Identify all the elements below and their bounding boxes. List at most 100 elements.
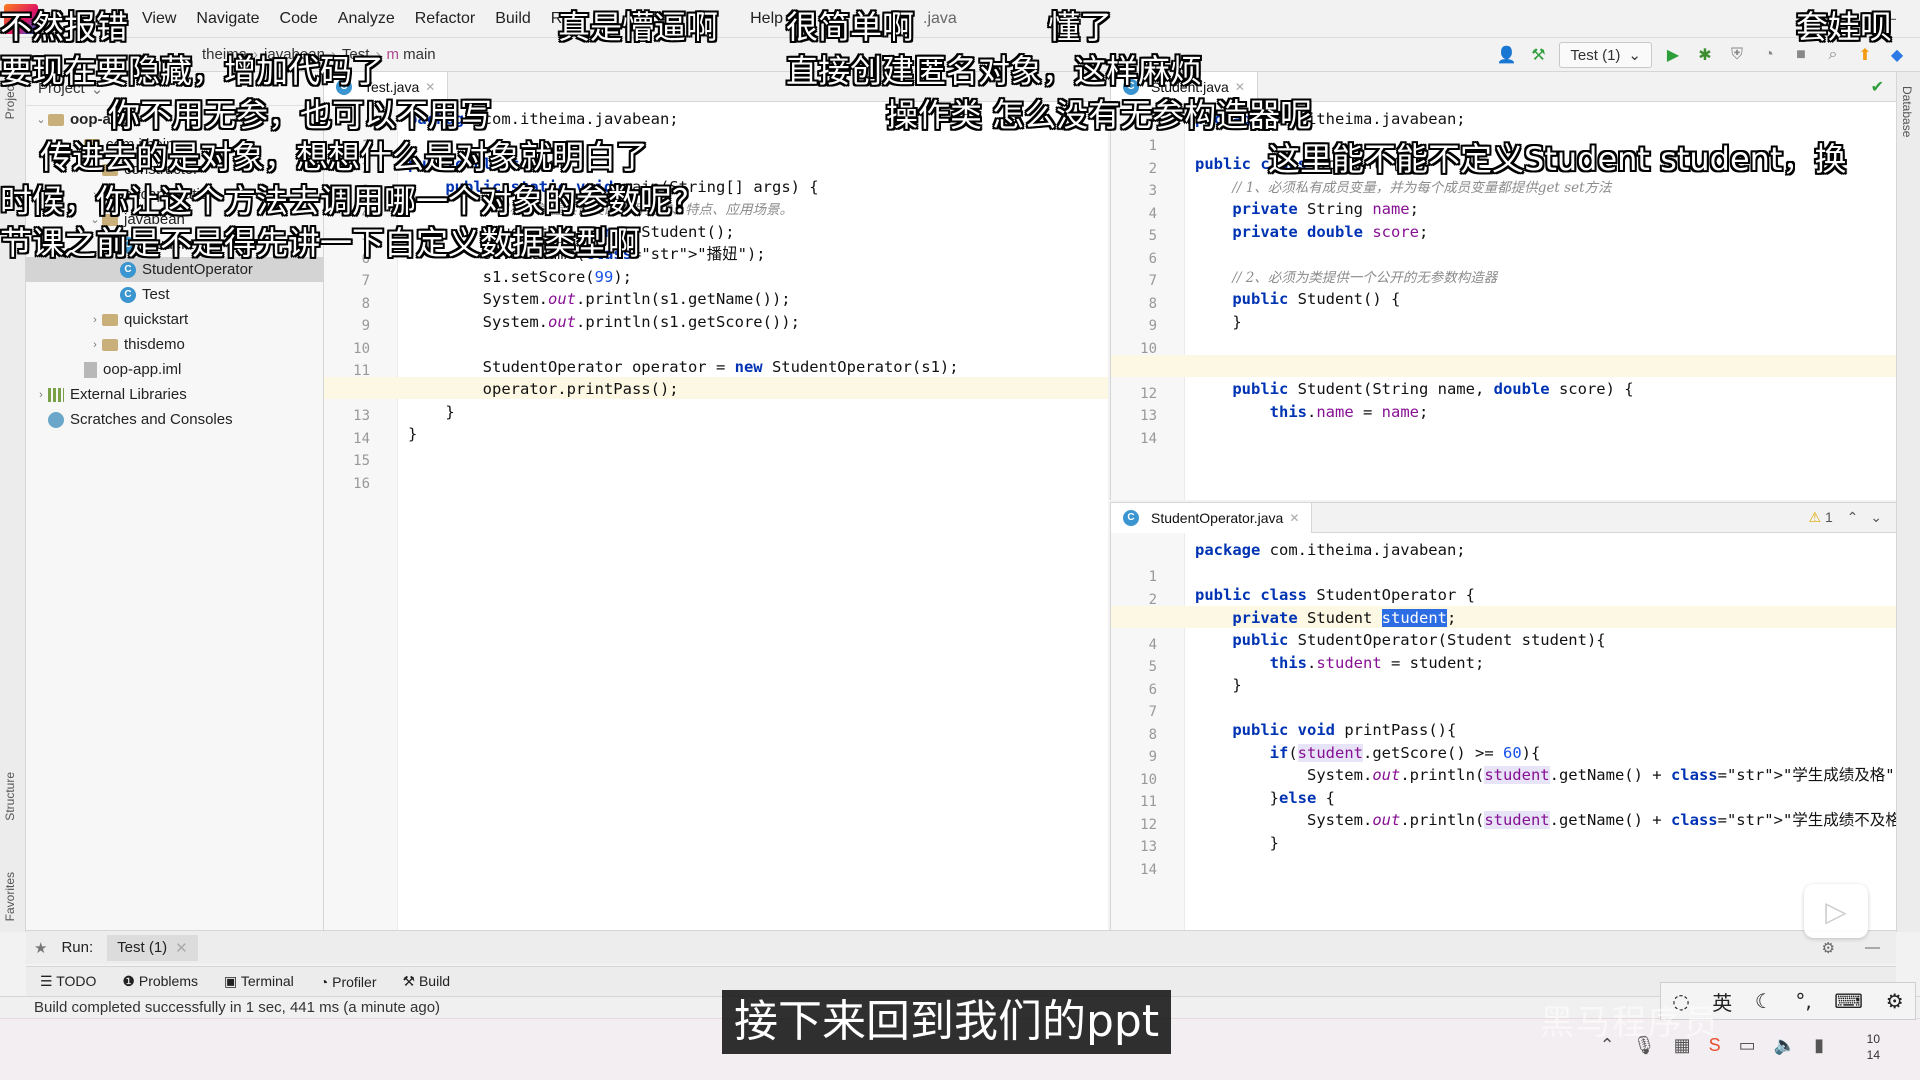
- display-icon[interactable]: ▭: [1739, 1035, 1756, 1056]
- tool-build-label: Build: [418, 973, 451, 989]
- tree-item[interactable]: › thisdemo: [26, 332, 324, 357]
- code-line[interactable]: System.out.println(s1.getName());: [408, 288, 791, 310]
- code-line[interactable]: this.name = name;: [1195, 401, 1429, 423]
- editor-studentoperator-java[interactable]: C StudentOperator.java ✕ ⚠ 1 ⌃ ⌄ 1234567…: [1110, 502, 1896, 930]
- user-icon[interactable]: 👤: [1495, 44, 1517, 66]
- chevron-up-icon[interactable]: ⌃: [1847, 509, 1859, 525]
- code-line[interactable]: StudentOperator operator = new StudentOp…: [408, 356, 959, 378]
- code-line[interactable]: System.out.println(student.getName() + c…: [1195, 764, 1896, 786]
- line-number: 8: [1148, 726, 1157, 743]
- code-line[interactable]: }: [408, 401, 454, 423]
- code-line[interactable]: this.student = student;: [1195, 652, 1485, 674]
- line-number: 10: [353, 340, 370, 357]
- volume-icon[interactable]: 🔈: [1774, 1035, 1796, 1056]
- line-number: 4: [1148, 205, 1157, 222]
- tab-label: StudentOperator.java: [1151, 509, 1284, 526]
- code-line[interactable]: }: [408, 423, 417, 445]
- code-line[interactable]: if(student.getScore() >= 60){: [1195, 742, 1540, 764]
- code-line[interactable]: operator.printPass();: [408, 378, 679, 400]
- keyboard-icon[interactable]: ⌨: [1834, 989, 1863, 1013]
- debug-icon[interactable]: ✱: [1694, 44, 1716, 66]
- chevron-right-icon[interactable]: ›: [88, 314, 102, 326]
- gear-icon[interactable]: ⚙: [1822, 939, 1835, 957]
- code-line[interactable]: }else {: [1195, 787, 1335, 809]
- tool-terminal[interactable]: ▣ Terminal: [224, 973, 294, 990]
- tree-item[interactable]: oop-app.iml: [26, 357, 324, 382]
- breadcrumb-method[interactable]: m main: [380, 46, 441, 63]
- chevron-right-icon[interactable]: ›: [88, 339, 102, 351]
- line-number: 13: [1140, 408, 1157, 424]
- code-line[interactable]: s1.setScore(99);: [408, 266, 632, 288]
- gear-icon[interactable]: ⚙: [1886, 989, 1904, 1013]
- favorites-tool-tab[interactable]: Favorites: [3, 872, 17, 921]
- folder-icon: [102, 313, 118, 326]
- line-number: 13: [353, 408, 370, 424]
- line-number: 10: [1140, 771, 1157, 788]
- code-line[interactable]: private String name;: [1195, 198, 1419, 220]
- watermark: 黑马程序员: [1540, 1003, 1720, 1043]
- tree-item[interactable]: C Test: [26, 282, 324, 307]
- warning-icon: ⚠: [1808, 509, 1822, 525]
- menu-refactor[interactable]: Refactor: [405, 10, 485, 28]
- tool-todo[interactable]: ☰ TODO: [40, 973, 96, 990]
- tool-profiler[interactable]: ◔ Profiler: [320, 974, 377, 990]
- code-line[interactable]: public Student() {: [1195, 288, 1400, 310]
- tool-problems-label: Problems: [138, 973, 198, 989]
- tree-item-label: quickstart: [124, 311, 189, 328]
- coverage-icon[interactable]: ⛨: [1726, 44, 1748, 66]
- tree-item[interactable]: › External Libraries: [26, 382, 324, 407]
- code-line[interactable]: private double score;: [1195, 221, 1428, 243]
- menu-analyze[interactable]: Analyze: [328, 10, 405, 28]
- battery-icon[interactable]: ▮: [1814, 1035, 1824, 1056]
- tab-studentoperator-java[interactable]: C StudentOperator.java ✕: [1111, 503, 1313, 533]
- status-message: Build completed successfully in 1 sec, 4…: [34, 999, 441, 1016]
- code-line[interactable]: System.out.println(s1.getScore());: [408, 311, 800, 333]
- menu-code[interactable]: Code: [270, 10, 328, 28]
- run-icon[interactable]: ▶: [1662, 44, 1684, 66]
- chevron-right-icon[interactable]: ›: [34, 389, 48, 401]
- punctuation-icon[interactable]: °,: [1795, 989, 1811, 1013]
- play-icon: ▷: [1825, 894, 1847, 928]
- code-line[interactable]: public StudentOperator(Student student){: [1195, 629, 1605, 651]
- line-number: 11: [1140, 794, 1157, 810]
- code-line[interactable]: }: [1195, 674, 1241, 696]
- code-line[interactable]: }: [1195, 832, 1279, 854]
- run-tab[interactable]: Test (1) ✕: [107, 934, 198, 961]
- close-icon[interactable]: ✕: [175, 939, 188, 957]
- tree-item[interactable]: Scratches and Consoles: [26, 407, 324, 432]
- line-number: 7: [1148, 273, 1157, 289]
- library-icon: [48, 387, 64, 402]
- database-tool-tab[interactable]: Database: [1900, 86, 1914, 137]
- code-line[interactable]: public Student(String name, double score…: [1195, 378, 1633, 400]
- run-configuration-select[interactable]: Test (1) ⌄: [1559, 42, 1652, 68]
- warning-indicator[interactable]: ⚠ 1 ⌃ ⌄: [1809, 509, 1883, 526]
- line-number: 15: [353, 453, 370, 469]
- taskbar-clock[interactable]: 10 14: [1867, 1031, 1880, 1063]
- chevron-down-icon[interactable]: ⌄: [34, 113, 48, 126]
- hammer-build-icon[interactable]: ⚒: [1527, 44, 1549, 66]
- code-line[interactable]: public class StudentOperator {: [1195, 584, 1475, 606]
- code-line[interactable]: private Student student;: [1195, 607, 1456, 629]
- code-line[interactable]: package com.itheima.javabean;: [1195, 539, 1466, 561]
- tree-item-label: Scratches and Consoles: [70, 411, 233, 428]
- code-line[interactable]: }: [1195, 311, 1241, 333]
- moon-icon[interactable]: ☾: [1755, 989, 1773, 1013]
- code-line[interactable]: public void printPass(){: [1195, 719, 1456, 741]
- floating-play-button[interactable]: ▷: [1804, 884, 1868, 938]
- breadcrumb-method-label: main: [403, 46, 436, 63]
- minimize-icon[interactable]: —: [1865, 939, 1880, 956]
- code-line[interactable]: // 2、必须为类提供一个公开的无参数构造器: [1195, 266, 1497, 288]
- tool-build[interactable]: ⚒ Build: [403, 973, 451, 990]
- menu-navigate[interactable]: Navigate: [186, 10, 269, 28]
- menu-build[interactable]: Build: [485, 10, 541, 28]
- tree-item[interactable]: › quickstart: [26, 307, 324, 332]
- chevron-down-icon[interactable]: ⌄: [1870, 509, 1882, 525]
- profile-icon[interactable]: ◔: [1758, 44, 1780, 66]
- tool-problems[interactable]: ❶ Problems: [122, 973, 198, 990]
- line-number: 14: [353, 430, 370, 447]
- close-icon[interactable]: ✕: [1289, 511, 1299, 525]
- run-tab-label: Test (1): [117, 938, 168, 956]
- code-line[interactable]: System.out.println(student.getName() + c…: [1195, 809, 1896, 831]
- menu-view[interactable]: View: [132, 10, 186, 28]
- structure-tool-tab[interactable]: Structure: [3, 772, 17, 821]
